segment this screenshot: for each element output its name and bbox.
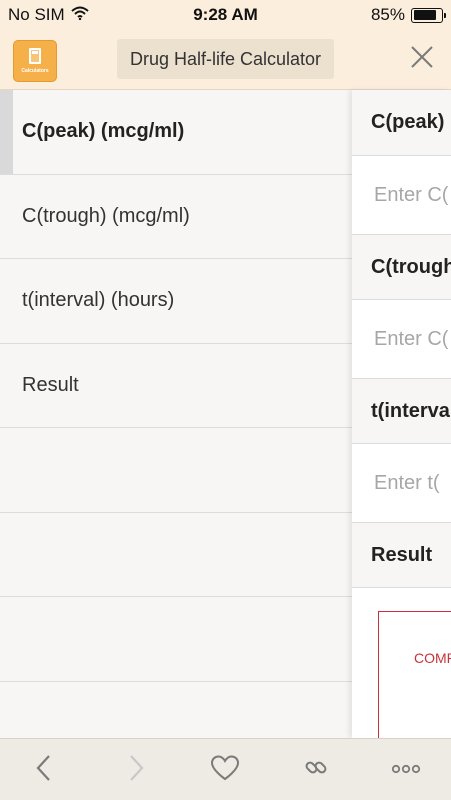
tinterval-input[interactable]: Enter t( <box>352 444 451 522</box>
more-icon <box>391 761 421 779</box>
list-item-empty <box>0 513 352 597</box>
compute-button-label: COMP <box>414 650 451 666</box>
battery-percent: 85% <box>370 5 405 24</box>
ctrough-section-header: C(trough <box>352 234 451 300</box>
forward-button[interactable] <box>116 753 156 787</box>
cpeak-section-header: C(peak) <box>352 90 451 156</box>
list-item-empty <box>0 597 352 682</box>
link-icon <box>303 755 329 786</box>
list-item-empty <box>0 428 352 513</box>
field-list: C(peak) (mcg/ml) C(trough) (mcg/ml) t(in… <box>0 90 352 738</box>
compute-button[interactable] <box>378 611 451 751</box>
list-item-label: Result <box>22 373 79 396</box>
status-right: 85% <box>370 5 446 25</box>
battery-fill <box>413 10 437 20</box>
list-item-ctrough[interactable]: C(trough) (mcg/ml) <box>0 175 352 259</box>
back-button[interactable] <box>24 753 64 787</box>
list-item-tinterval[interactable]: t(interval) (hours) <box>0 259 352 344</box>
page-title: Drug Half-life Calculator <box>117 39 334 79</box>
list-item-label: C(peak) (mcg/ml) <box>22 120 185 143</box>
close-button[interactable] <box>405 42 439 76</box>
list-item-empty <box>0 682 352 739</box>
chevron-right-icon <box>126 754 146 787</box>
nav-bar: Calculators Drug Half-life Calculator <box>0 30 451 90</box>
calculator-icon <box>29 48 41 64</box>
calculators-app-icon[interactable]: Calculators <box>13 40 57 82</box>
more-button[interactable] <box>386 753 426 787</box>
list-item-cpeak[interactable]: C(peak) (mcg/ml) <box>0 90 352 175</box>
chevron-left-icon <box>34 754 54 787</box>
cpeak-input[interactable]: Enter C( <box>352 156 451 234</box>
app-icon-label: Calculators <box>21 68 49 74</box>
bottom-toolbar <box>0 738 451 800</box>
ctrough-input[interactable]: Enter C( <box>352 300 451 378</box>
list-item-result[interactable]: Result <box>0 344 352 428</box>
close-icon <box>410 45 434 74</box>
favorite-button[interactable] <box>205 753 245 787</box>
heart-icon <box>210 754 240 786</box>
result-section-header: Result <box>352 522 451 588</box>
battery-icon <box>411 7 446 23</box>
tinterval-section-header: t(interva <box>352 378 451 444</box>
link-button[interactable] <box>296 753 336 787</box>
status-bar: No SIM 9:28 AM 85% <box>0 0 451 30</box>
list-item-label: C(trough) (mcg/ml) <box>22 204 190 227</box>
list-item-label: t(interval) (hours) <box>22 289 175 312</box>
